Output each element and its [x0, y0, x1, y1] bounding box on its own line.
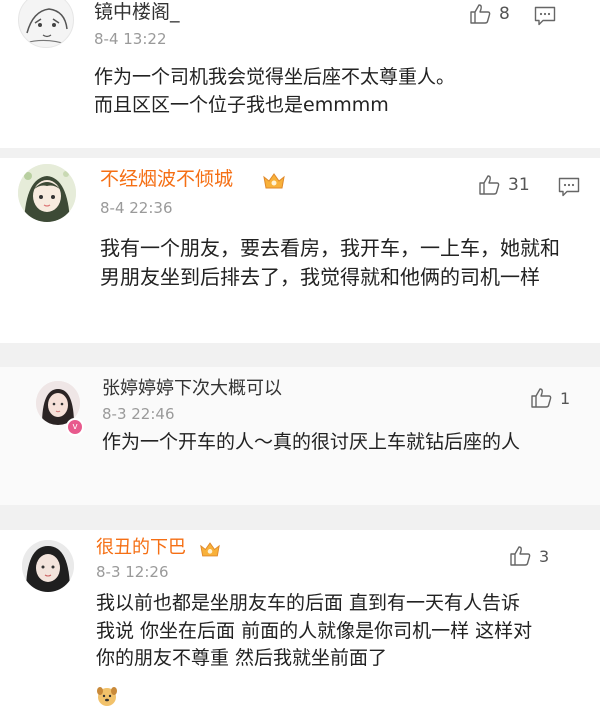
- comment-card-2: 不经烟波不倾城 8-4 22:36 31 我有一个朋友，要去看房，我开车，一上车…: [0, 158, 600, 343]
- comment-username[interactable]: 很丑的下巴: [96, 539, 186, 557]
- avatar[interactable]: [18, 0, 74, 48]
- comment-time: 8-3 12:26: [96, 563, 169, 581]
- comment-card-1: 镜中楼阁_ 8-4 13:22 8 作为一个司机我会觉得坐后座不太尊重人。而且区…: [0, 0, 600, 148]
- separator: [0, 343, 600, 367]
- separator: [0, 148, 600, 158]
- thumbs-up-icon: [470, 4, 491, 24]
- comment-username[interactable]: 张婷婷婷下次大概可以: [102, 380, 282, 398]
- comment-time: 8-3 22:46: [102, 405, 175, 423]
- thumbs-up-icon: [479, 175, 500, 195]
- avatar[interactable]: [18, 164, 76, 222]
- like-button[interactable]: 1: [530, 388, 570, 408]
- like-count: 3: [539, 546, 550, 566]
- like-count: 1: [560, 388, 571, 408]
- comment-time: 8-4 22:36: [100, 199, 173, 217]
- comment-username[interactable]: 镜中楼阁_: [94, 3, 180, 22]
- vip-crown-icon: [200, 542, 220, 557]
- thumbs-up-icon: [531, 388, 552, 408]
- avatar-photo-icon: [22, 540, 74, 592]
- separator: [0, 505, 600, 530]
- vip-crown-icon: [263, 173, 285, 189]
- comment-time: 8-4 13:22: [94, 30, 167, 48]
- comment-text: 我有一个朋友，要去看房，我开车，一上车，她就和男朋友坐到后排去了，我觉得就和他俩…: [100, 236, 560, 289]
- like-button[interactable]: 3: [509, 546, 549, 566]
- avatar[interactable]: [22, 540, 74, 592]
- comment-text: 我以前也都是坐朋友车的后面 直到有一天有人告诉我说 你坐在后面 前面的人就像是你…: [96, 592, 533, 670]
- comment-text: 作为一个司机我会觉得坐后座不太尊重人。而且区区一个位子我也是emmmm: [94, 66, 456, 116]
- comment-card-3: v 张婷婷婷下次大概可以 8-3 22:46 1 作为一个开车的人～真的很讨厌上…: [0, 367, 600, 505]
- thumbs-up-icon: [510, 546, 531, 566]
- comment-bubble-icon[interactable]: [558, 177, 580, 197]
- dog-emoji-icon: [97, 687, 117, 706]
- comment-text: 作为一个开车的人～真的很讨厌上车就钻后座的人: [102, 431, 521, 453]
- like-count: 31: [508, 175, 530, 195]
- like-count: 8: [499, 4, 510, 24]
- comment-bubble-icon[interactable]: [534, 6, 556, 26]
- like-button[interactable]: 31: [478, 175, 530, 195]
- avatar-sketch-icon: [24, 8, 70, 46]
- avatar-illustration-icon: [18, 164, 76, 222]
- comment-username[interactable]: 不经烟波不倾城: [100, 170, 233, 189]
- comment-card-4: 很丑的下巴 8-3 12:26 3 我以前也都是坐朋友车的后面 直到有一天有人告…: [0, 530, 600, 706]
- like-button[interactable]: 8: [469, 4, 510, 24]
- verified-badge-icon: v: [66, 418, 84, 436]
